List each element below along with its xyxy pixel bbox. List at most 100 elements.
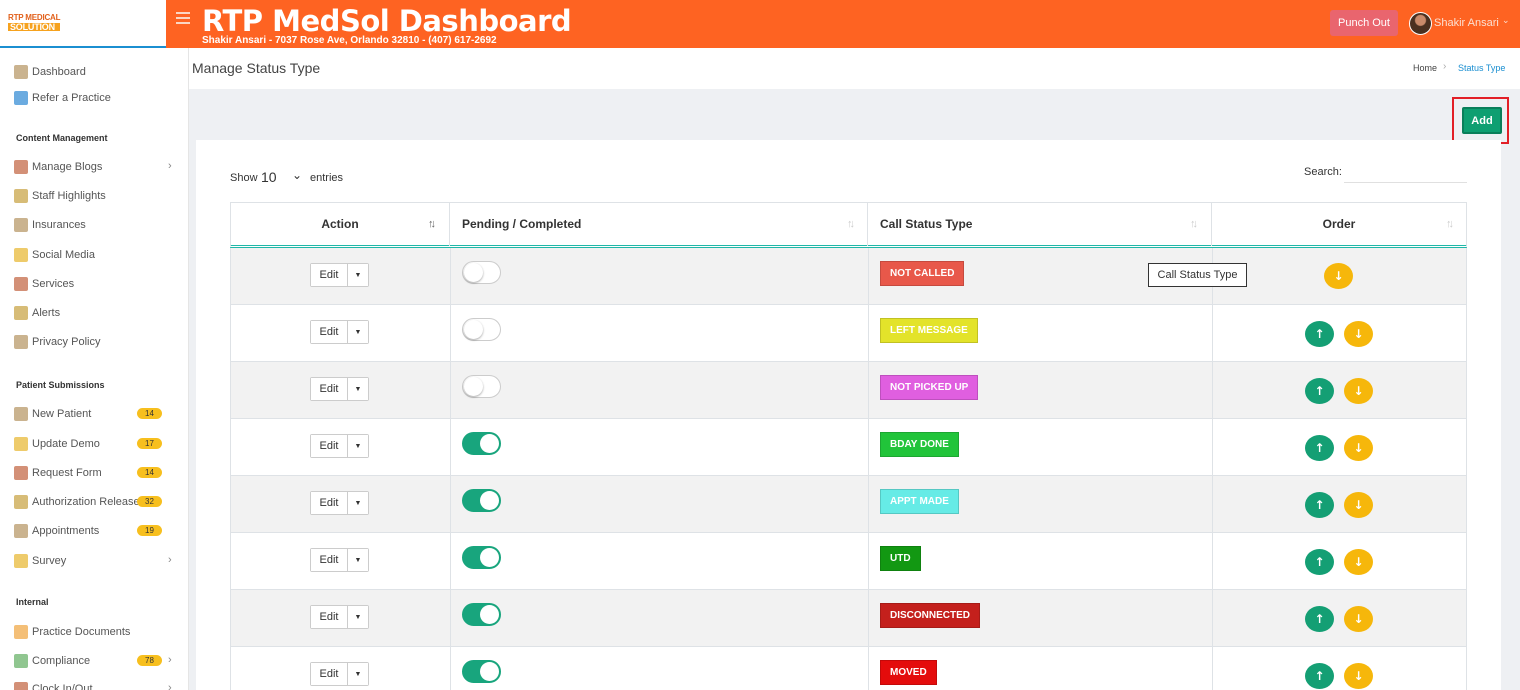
sidebar-item-label: Appointments [32, 525, 100, 537]
cell-divider [1212, 533, 1213, 590]
completed-toggle[interactable] [462, 603, 501, 626]
sidebar: Dashboard Refer a Practice Content Managem… [0, 48, 189, 690]
move-up-button[interactable]: ↑ [1305, 378, 1334, 404]
header-call-status[interactable]: Call Status Type ↑↓ [868, 203, 1212, 246]
sidebar-item[interactable]: Social Media [14, 248, 95, 262]
sidebar-item[interactable]: Insurances [14, 218, 86, 232]
search-input[interactable] [1344, 164, 1467, 183]
entries-select[interactable]: 10 [261, 169, 277, 185]
sidebar-item[interactable]: Privacy Policy [14, 335, 100, 349]
section-heading-content: Content Management [16, 133, 108, 143]
sort-icon[interactable]: ↑↓ [847, 203, 855, 246]
caret-down-icon[interactable]: ▼ [348, 378, 368, 400]
move-down-button[interactable]: ↓ [1344, 606, 1373, 632]
caret-down-icon[interactable]: ▼ [348, 663, 368, 685]
punch-out-button[interactable]: Punch Out [1330, 10, 1398, 36]
sidebar-item[interactable]: Manage Blogs [14, 160, 102, 174]
sidebar-item[interactable]: Alerts [14, 306, 60, 320]
edit-button[interactable]: Edit [311, 492, 348, 514]
completed-toggle[interactable] [462, 432, 501, 455]
user-name[interactable]: Shakir Ansari [1434, 17, 1499, 29]
sidebar-item[interactable]: Clock In/Out [14, 682, 93, 690]
cell-divider [1212, 305, 1213, 362]
move-down-button[interactable]: ↓ [1344, 663, 1373, 689]
sidebar-item-label: Clock In/Out [32, 683, 93, 690]
move-down-button[interactable]: ↓ [1344, 321, 1373, 347]
edit-button[interactable]: Edit [311, 435, 348, 457]
insurance-icon [14, 218, 28, 232]
staff-icon [14, 189, 28, 203]
caret-down-icon[interactable]: ▼ [348, 264, 368, 286]
edit-button[interactable]: Edit [311, 606, 348, 628]
move-down-button[interactable]: ↓ [1344, 378, 1373, 404]
chevron-down-icon[interactable]: ⌄ [292, 168, 302, 182]
blogs-icon [14, 160, 28, 174]
caret-down-icon[interactable]: ▼ [348, 606, 368, 628]
toggle-knob [464, 320, 483, 339]
move-down-button[interactable]: ↓ [1344, 435, 1373, 461]
completed-toggle[interactable] [462, 375, 501, 398]
move-down-button[interactable]: ↓ [1324, 263, 1353, 289]
sidebar-item[interactable]: Update Demo [14, 437, 100, 451]
sidebar-item[interactable]: Refer a Practice [14, 91, 111, 105]
sort-icon[interactable]: ↑↓ [1446, 203, 1454, 246]
caret-down-icon[interactable]: ▼ [348, 492, 368, 514]
move-up-button[interactable]: ↑ [1305, 606, 1334, 632]
edit-button[interactable]: Edit [311, 378, 348, 400]
cell-divider [450, 533, 451, 590]
chevron-down-icon[interactable]: ⌄ [1502, 15, 1510, 26]
move-down-button[interactable]: ↓ [1344, 492, 1373, 518]
cell-divider [450, 362, 451, 419]
move-up-button[interactable]: ↑ [1305, 663, 1334, 689]
chevron-right-icon[interactable]: › [168, 682, 172, 690]
edit-button[interactable]: Edit [311, 663, 348, 685]
move-up-button[interactable]: ↑ [1305, 435, 1334, 461]
sidebar-item[interactable]: Request Form [14, 466, 102, 480]
move-up-button[interactable]: ↑ [1305, 492, 1334, 518]
completed-toggle[interactable] [462, 261, 501, 284]
caret-down-icon[interactable]: ▼ [348, 549, 368, 571]
avatar[interactable] [1409, 12, 1432, 35]
chevron-right-icon[interactable]: › [168, 654, 172, 666]
logo[interactable]: RTP MEDICAL SOLUTION [0, 0, 166, 48]
completed-toggle[interactable] [462, 489, 501, 512]
menu-toggle-icon[interactable] [176, 12, 190, 27]
completed-toggle[interactable] [462, 546, 501, 569]
sidebar-item[interactable]: Authorization Release [14, 495, 140, 509]
header-order[interactable]: Order ↑↓ [1212, 203, 1466, 246]
move-down-button[interactable]: ↓ [1344, 549, 1373, 575]
sidebar-item[interactable]: Survey [14, 554, 66, 568]
sidebar-item[interactable]: Staff Highlights [14, 189, 106, 203]
cell-divider [868, 305, 869, 362]
header-label: Order [1322, 217, 1356, 231]
chevron-right-icon[interactable]: › [168, 160, 172, 172]
breadcrumb-separator-icon: › [1443, 61, 1447, 72]
caret-down-icon[interactable]: ▼ [348, 321, 368, 343]
sidebar-item[interactable]: Dashboard [14, 65, 86, 79]
completed-toggle[interactable] [462, 660, 501, 683]
add-button[interactable]: Add [1462, 107, 1502, 134]
caret-down-icon[interactable]: ▼ [348, 435, 368, 457]
sidebar-item[interactable]: Compliance [14, 654, 90, 668]
sidebar-item[interactable]: Services [14, 277, 74, 291]
section-heading-internal: Internal [16, 597, 49, 607]
completed-toggle[interactable] [462, 318, 501, 341]
sidebar-item[interactable]: New Patient [14, 407, 91, 421]
cell-divider [1212, 362, 1213, 419]
count-badge: 17 [137, 438, 162, 449]
sort-icon[interactable]: ↑↓ [428, 203, 436, 246]
edit-button-group: Edit ▼ [310, 320, 369, 344]
header-pending[interactable]: Pending / Completed ↑↓ [450, 203, 868, 246]
move-up-button[interactable]: ↑ [1305, 321, 1334, 347]
sidebar-item[interactable]: Practice Documents [14, 625, 130, 639]
social-icon [14, 248, 28, 262]
chevron-right-icon[interactable]: › [168, 554, 172, 566]
edit-button[interactable]: Edit [311, 264, 348, 286]
breadcrumb-home[interactable]: Home [1413, 63, 1437, 73]
sort-icon[interactable]: ↑↓ [1190, 203, 1198, 246]
edit-button[interactable]: Edit [311, 321, 348, 343]
header-action[interactable]: Action ↑↓ [231, 203, 450, 246]
edit-button[interactable]: Edit [311, 549, 348, 571]
sidebar-item[interactable]: Appointments [14, 524, 99, 538]
move-up-button[interactable]: ↑ [1305, 549, 1334, 575]
